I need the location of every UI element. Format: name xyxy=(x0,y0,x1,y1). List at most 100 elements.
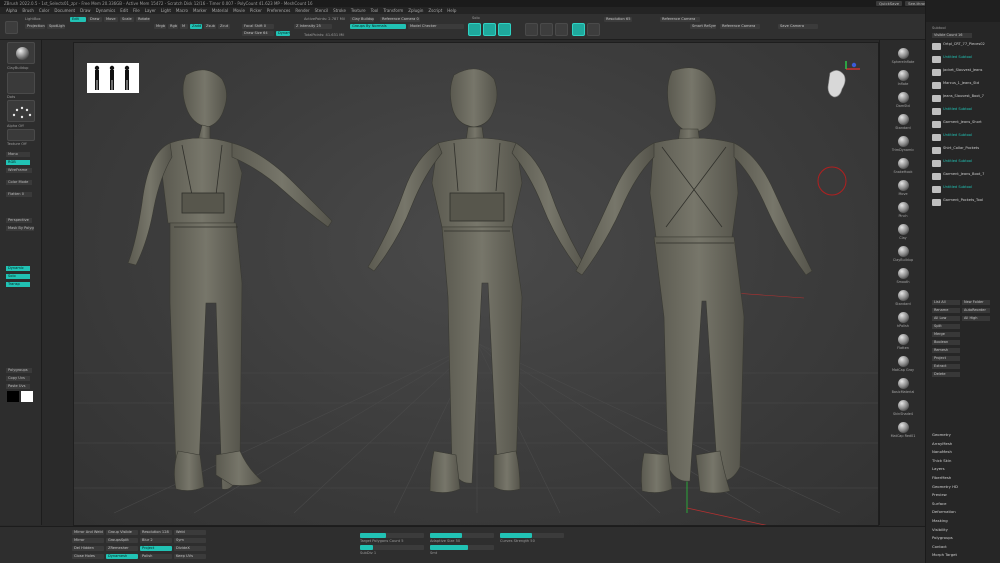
palette-geometry-hd[interactable]: Geometry HD xyxy=(932,484,958,489)
bottom-slider[interactable] xyxy=(430,533,494,538)
bottom-dividex-button[interactable]: DivideX xyxy=(174,546,206,551)
bottom-sym-button[interactable]: Sym xyxy=(174,538,206,543)
palette-geometry[interactable]: Geometry xyxy=(932,432,951,437)
subtool-all-high-button[interactable]: All High xyxy=(962,316,990,321)
bottom-polish-button[interactable]: Polish xyxy=(140,554,172,559)
lsym-button[interactable] xyxy=(540,23,553,36)
subtool-item[interactable]: Untitled Subtool xyxy=(943,55,997,60)
subtool-autoreorder-button[interactable]: AutoReorder xyxy=(962,308,990,313)
primary-color-swatch[interactable] xyxy=(7,391,19,402)
palette-deformation[interactable]: Deformation xyxy=(932,509,956,514)
z-intensity-slider[interactable]: Z Intensity 25 xyxy=(294,24,332,29)
subtool-item[interactable]: Ortpl_CRT_77_Pieces02 xyxy=(943,42,997,47)
local-button[interactable] xyxy=(525,23,538,36)
right-shelf-item[interactable]: DamStd xyxy=(880,92,926,108)
color-mode-button[interactable]: Color Mode xyxy=(6,180,32,185)
subtool-remesh-button[interactable]: Remesh xyxy=(932,348,960,353)
palette-masking[interactable]: Masking xyxy=(932,518,948,523)
right-shelf-item[interactable]: TrimDynamic xyxy=(880,136,926,152)
menu-item-file[interactable]: File xyxy=(133,8,140,13)
visible-count-slider[interactable]: Visible Count 16 xyxy=(932,33,972,38)
palette-layers[interactable]: Layers xyxy=(932,466,945,471)
subtool-merge-button[interactable]: Merge xyxy=(932,332,960,337)
palette-surface[interactable]: Surface xyxy=(932,501,946,506)
zadd-button[interactable]: Zadd xyxy=(190,24,202,29)
menu-item-zscript[interactable]: Zscript xyxy=(428,8,442,13)
mask-by-polygroups-button[interactable]: Mask By Polygroups xyxy=(6,226,34,231)
menu-item-zplugin[interactable]: Zplugin xyxy=(408,8,423,13)
solo-button[interactable] xyxy=(468,23,481,36)
menu-item-texture[interactable]: Texture xyxy=(351,8,366,13)
menu-item-brush[interactable]: Brush xyxy=(22,8,34,13)
bottom-mirror-button[interactable]: Mirror xyxy=(72,538,104,543)
subtool-boolean-button[interactable]: Boolean xyxy=(932,340,960,345)
bottom-project-button[interactable]: Project xyxy=(140,546,172,551)
subtool-item[interactable]: Garment_Jeans_Short xyxy=(943,120,997,125)
subtool-rename-button[interactable]: Rename xyxy=(932,308,960,313)
model-checker-button[interactable]: Model Checker xyxy=(408,24,464,29)
subtool-item[interactable]: Jacket_Slouvest_Jeans xyxy=(943,68,997,73)
palette-polygroups[interactable]: Polygroups xyxy=(932,535,953,540)
bottom-resolution-128-button[interactable]: Resolution 128 xyxy=(140,530,172,535)
menu-item-draw[interactable]: Draw xyxy=(80,8,90,13)
rotate-mode-button[interactable]: Rotate xyxy=(136,17,150,22)
right-shelf-item[interactable]: Pinch xyxy=(880,202,926,218)
right-shelf-item[interactable]: MatCap Red01 xyxy=(880,422,926,438)
alpha-picker[interactable] xyxy=(7,100,35,122)
stroke-picker[interactable] xyxy=(7,72,35,94)
texture-picker[interactable] xyxy=(7,129,35,141)
floor-button[interactable] xyxy=(498,23,511,36)
m-button[interactable]: M xyxy=(180,24,188,29)
brush-picker[interactable] xyxy=(7,42,35,64)
right-shelf-item[interactable]: SphereInflate xyxy=(880,48,926,64)
bottom-blur-2-button[interactable]: Blur 2 xyxy=(140,538,172,543)
bottom-weld-button[interactable]: Weld xyxy=(174,530,206,535)
zcut-button[interactable]: Zcut xyxy=(218,24,230,29)
right-shelf-item[interactable]: MatCap Gray xyxy=(880,356,926,372)
right-shelf-item[interactable]: ClayBuildup xyxy=(880,246,926,262)
bottom-keep-uvs-button[interactable]: Keep UVs xyxy=(174,554,206,559)
palette-thick-skin[interactable]: Thick Skin xyxy=(932,458,951,463)
zsub-button[interactable]: Zsub xyxy=(204,24,216,29)
bottom-slider[interactable] xyxy=(360,545,424,550)
menu-item-layer[interactable]: Layer xyxy=(145,8,156,13)
subtool-item[interactable]: Untitled Subtool xyxy=(943,133,997,138)
subtool-item[interactable]: Shirt_Collar_Pockets xyxy=(943,146,997,151)
bottom-group-visible-button[interactable]: Group Visible xyxy=(106,530,138,535)
palette-morph-target[interactable]: Morph Target xyxy=(932,552,957,557)
quicksave-button[interactable]: QuickSave xyxy=(876,1,903,6)
menu-item-stencil[interactable]: Stencil xyxy=(315,8,329,13)
polyf-button[interactable] xyxy=(587,23,600,36)
dynamic-left-button[interactable]: Dynamic xyxy=(6,266,30,271)
xyz-button[interactable] xyxy=(555,23,568,36)
draw-button[interactable]: Draw xyxy=(88,17,102,22)
menu-item-render[interactable]: Render xyxy=(295,8,309,13)
menu-item-alpha[interactable]: Alpha xyxy=(6,8,17,13)
menu-item-transform[interactable]: Transform xyxy=(383,8,403,13)
paste-uvs-button[interactable]: Paste Uvs xyxy=(6,384,30,389)
subtool-extract-button[interactable]: Extract xyxy=(932,364,960,369)
persp-button[interactable] xyxy=(483,23,496,36)
smart-resym-button[interactable]: Smart ReSym xyxy=(690,24,716,29)
dynamic-toggle[interactable]: Dynamic xyxy=(276,31,290,36)
bottom-dynamesh-button[interactable]: Dynamesh xyxy=(106,554,138,559)
viewport-canvas[interactable] xyxy=(73,42,879,526)
right-shelf-item[interactable]: BasicMaterial xyxy=(880,378,926,394)
mrgb-button[interactable]: Mrgb xyxy=(154,24,166,29)
right-shelf-item[interactable]: Inflate xyxy=(880,70,926,86)
groups-by-normals-button[interactable]: Groups By Normals xyxy=(350,24,406,29)
reference-dropdown[interactable]: Reference Camera xyxy=(660,17,700,22)
palette-arraymesh[interactable]: ArrayMesh xyxy=(932,441,952,446)
right-shelf-item[interactable]: Clay xyxy=(880,224,926,240)
right-shelf-item[interactable]: hPolish xyxy=(880,312,926,328)
menu-item-edit[interactable]: Edit xyxy=(120,8,128,13)
solo-left-button[interactable]: Solo xyxy=(6,274,30,279)
rgb-button[interactable]: Rgb xyxy=(168,24,178,29)
bottom-zremesher-button[interactable]: ZRemesher xyxy=(106,546,138,551)
wireframe-button[interactable]: WireFrame xyxy=(6,168,32,173)
palette-preview[interactable]: Preview xyxy=(932,492,947,497)
focal-shift-slider[interactable]: Focal Shift 0 xyxy=(242,24,274,29)
palette-contact[interactable]: Contact xyxy=(932,544,947,549)
subtool-item[interactable]: Untitled Subtool xyxy=(943,185,997,190)
menu-item-movie[interactable]: Movie xyxy=(233,8,245,13)
